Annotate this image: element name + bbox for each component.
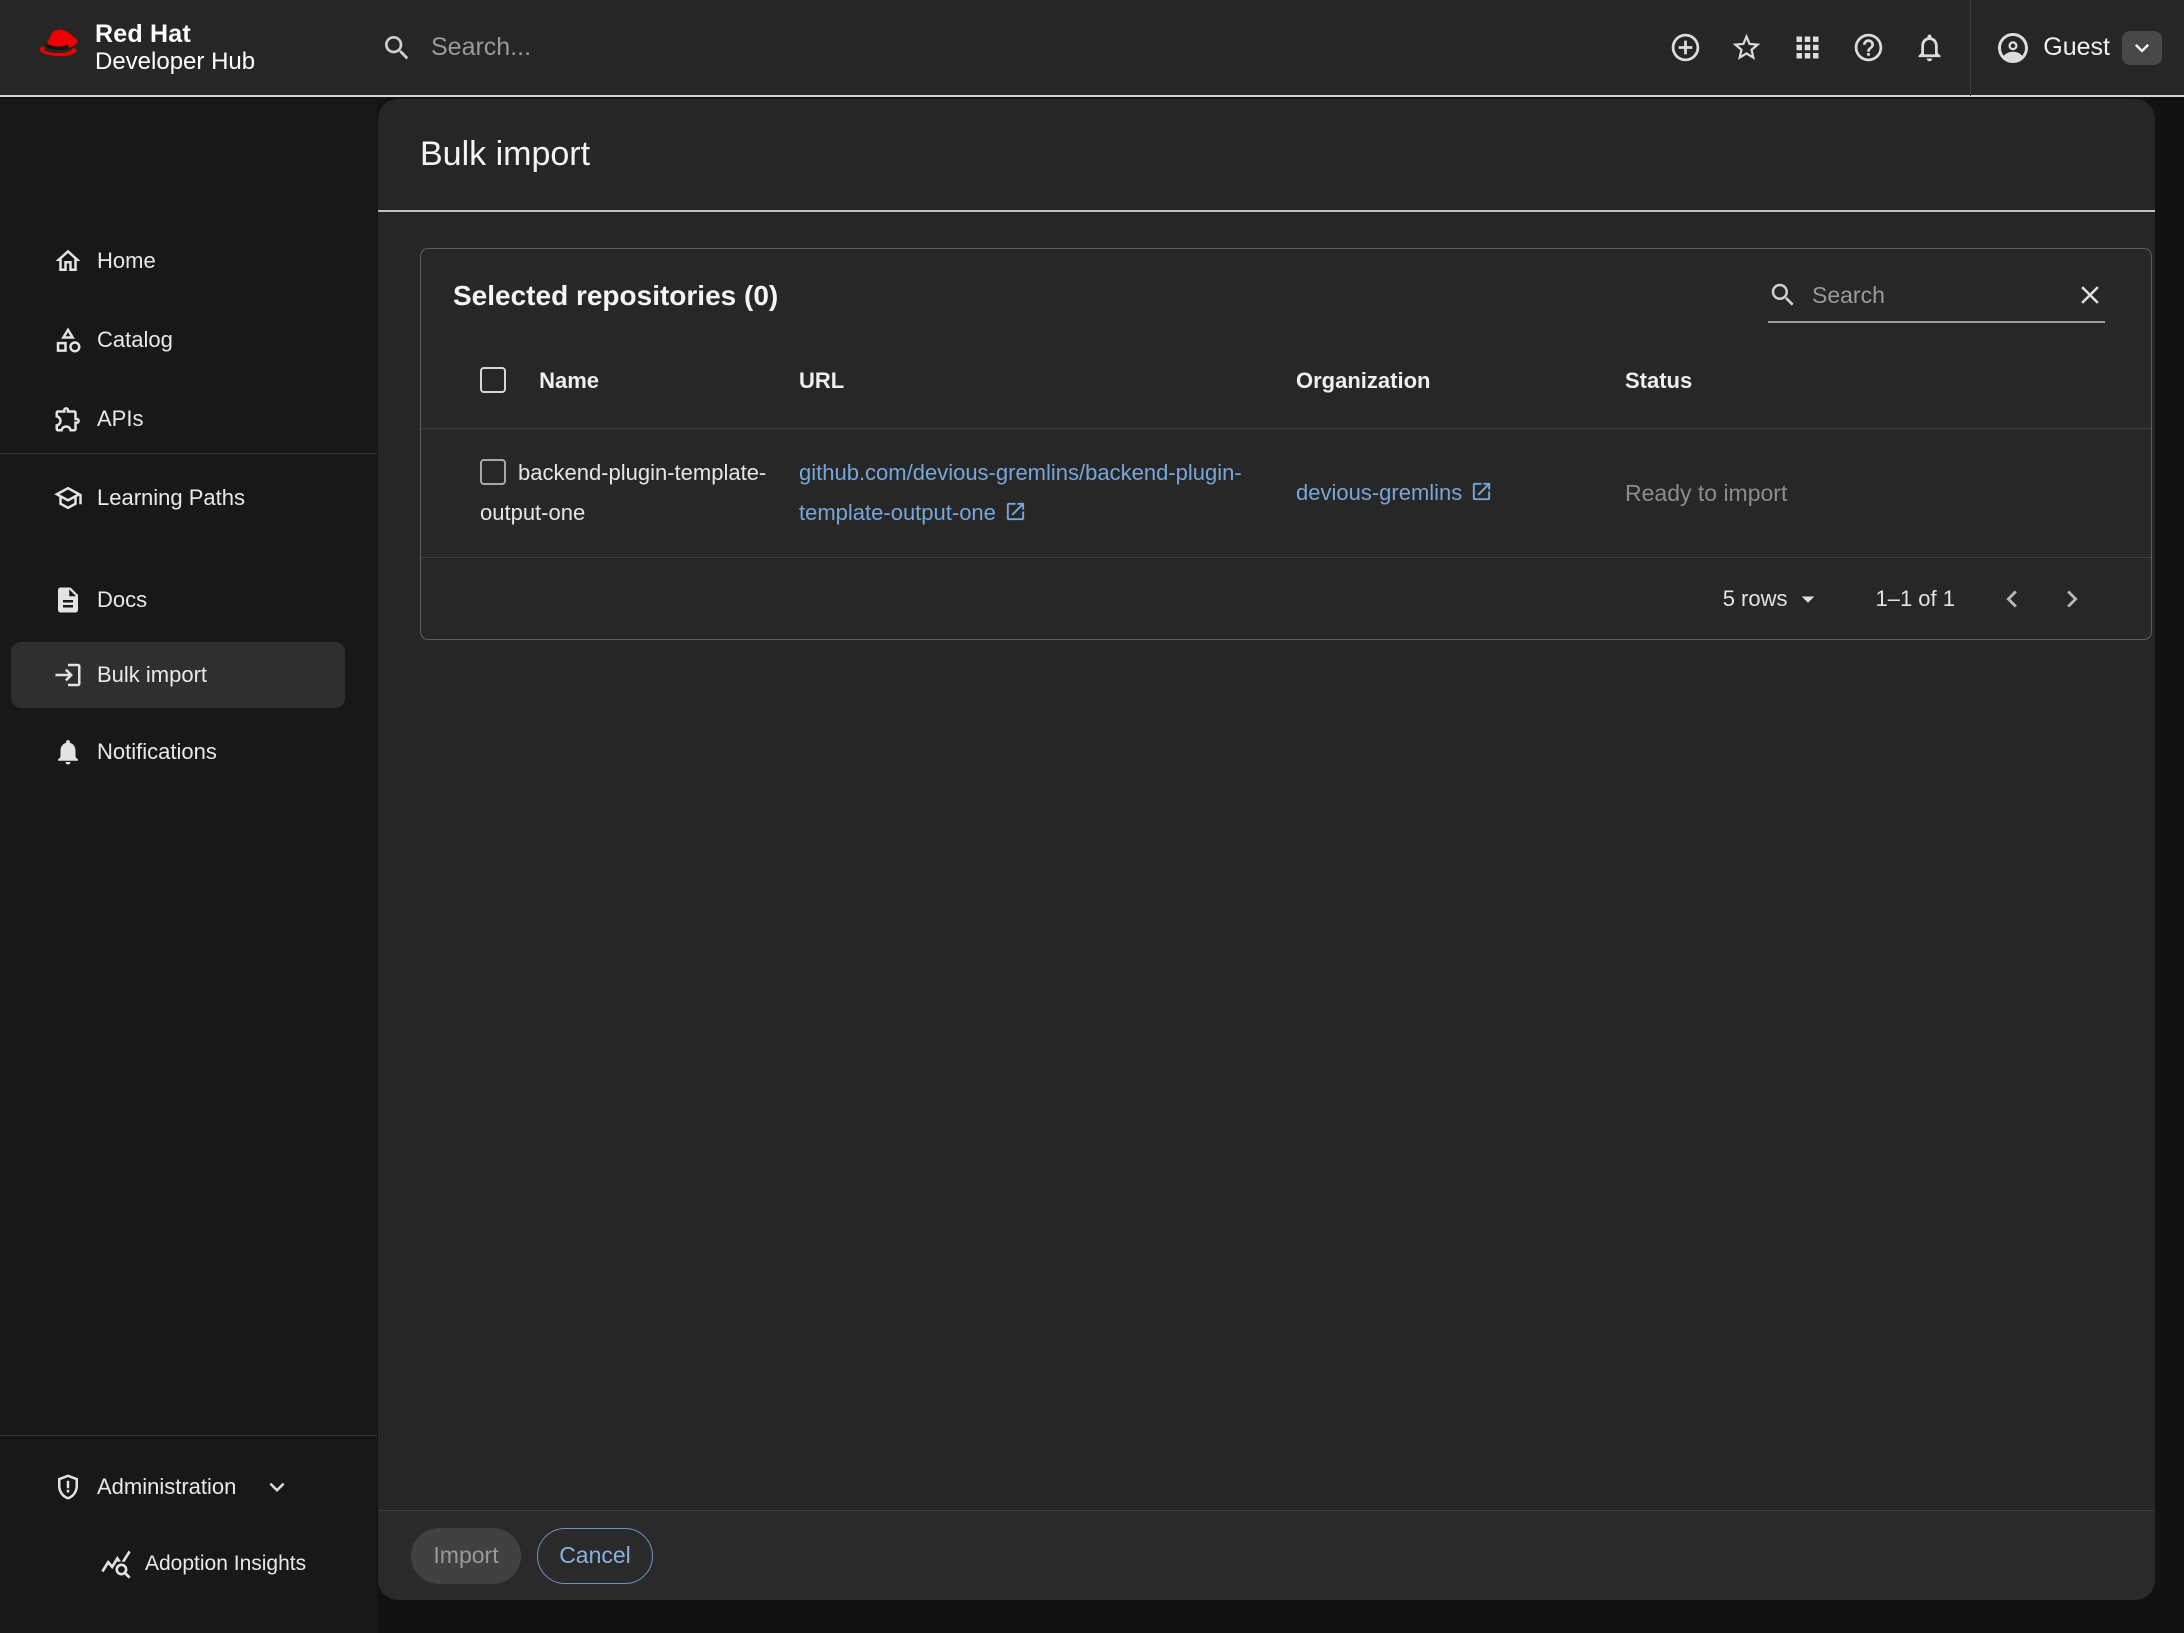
help-button[interactable] [1851,31,1885,65]
shield-icon [53,1472,83,1502]
add-circle-icon [1669,31,1702,64]
sidebar-item-catalog[interactable]: Catalog [0,307,377,373]
row-checkbox[interactable] [480,459,506,485]
column-header-name: Name [539,368,599,393]
header-divider [1970,0,1971,96]
selected-repositories-card: Selected repositories (0) Name URL Organ… [420,248,2152,640]
bell-outline-icon [1913,31,1946,64]
global-search-input[interactable] [431,33,1131,62]
app-grid-icon [1791,31,1824,64]
next-page-button[interactable] [2055,582,2089,616]
query-stats-icon [100,1548,132,1580]
global-search [381,32,1668,64]
column-header-url: URL [799,368,1296,394]
star-outline-icon [1730,31,1763,64]
clear-search-button[interactable] [2075,280,2105,310]
chevron-down-icon [2128,34,2156,62]
previous-page-button[interactable] [1995,582,2029,616]
cancel-button[interactable]: Cancel [537,1528,653,1584]
school-icon [53,483,83,513]
sidebar: Home Catalog APIs Learning Paths Docs Bu… [0,99,377,1633]
document-icon [53,585,83,615]
column-header-organization: Organization [1296,368,1625,394]
import-button[interactable]: Import [411,1528,521,1584]
dropdown-arrow-icon [1793,584,1823,614]
table-search [1768,269,2105,323]
table-pagination: 5 rows 1–1 of 1 [421,558,2151,639]
status-badge: Ready to import [1625,480,1787,506]
sidebar-item-home[interactable]: Home [0,228,377,294]
starred-button[interactable] [1729,31,1763,65]
chevron-down-icon[interactable] [262,1472,292,1502]
user-menu-toggle[interactable] [2122,31,2162,65]
logo-brand: Red Hat [95,22,255,47]
redhat-fedora-icon [33,24,87,72]
user-menu: Guest [1995,30,2162,66]
search-icon [1768,280,1798,310]
sidebar-item-administration[interactable]: Administration [0,1454,377,1520]
app-logo[interactable]: Red Hat Developer Hub [33,22,353,74]
catalog-icon [53,325,83,355]
table-row: backend-plugin-template-output-one githu… [421,429,2151,558]
sidebar-item-learning-paths[interactable]: Learning Paths [0,465,377,531]
sidebar-item-apis[interactable]: APIs [0,386,377,452]
login-icon [53,660,83,690]
logo-product: Developer Hub [95,50,255,74]
sidebar-item-adoption-insights[interactable]: Adoption Insights [0,1529,377,1599]
pagination-range: 1–1 of 1 [1875,586,1955,612]
close-icon [2075,280,2105,310]
page-header: Bulk import [378,99,2155,212]
apps-button[interactable] [1790,31,1824,65]
sidebar-item-docs[interactable]: Docs [0,567,377,633]
chevron-right-icon [2055,582,2089,616]
home-icon [53,246,83,276]
main-panel: Bulk import Selected repositories (0) Na… [378,99,2155,1600]
bell-icon [53,737,83,767]
repo-url-link[interactable]: github.com/devious-gremlins/backend-plug… [799,460,1242,525]
card-title: Selected repositories (0) [453,280,778,312]
search-icon [381,32,413,64]
action-bar: Import Cancel [378,1510,2155,1600]
create-button[interactable] [1668,31,1702,65]
select-all-checkbox[interactable] [480,367,506,393]
extension-icon [53,404,83,434]
sidebar-item-bulk-import[interactable]: Bulk import [0,642,377,708]
repo-name: backend-plugin-template-output-one [480,460,766,525]
organization-link[interactable]: devious-gremlins [1296,480,1493,505]
help-icon [1852,31,1885,64]
user-name: Guest [2043,33,2110,62]
notifications-button[interactable] [1912,31,1946,65]
external-link-icon [1004,496,1027,519]
sidebar-divider [0,453,377,454]
column-header-status: Status [1625,368,2151,394]
page-title: Bulk import [420,135,590,174]
sidebar-item-notifications[interactable]: Notifications [0,719,377,785]
chevron-left-icon [1995,582,2029,616]
sidebar-divider-bottom [0,1435,377,1436]
table-header-row: Name URL Organization Status [421,333,2151,429]
app-header: Red Hat Developer Hub Guest [0,0,2184,97]
table-search-input[interactable] [1812,282,2061,309]
account-circle-icon [1995,30,2031,66]
external-link-icon [1470,476,1493,499]
rows-per-page-select[interactable]: 5 rows [1723,584,1824,614]
